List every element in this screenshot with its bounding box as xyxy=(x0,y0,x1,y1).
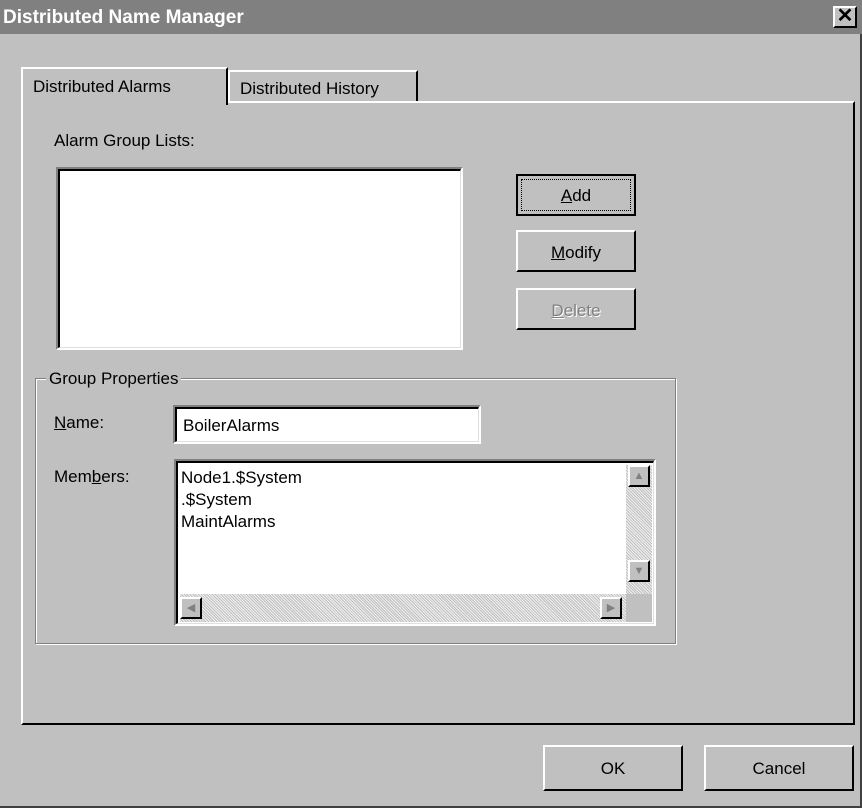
close-icon: ✕ xyxy=(836,5,854,27)
modify-button-label: Modify xyxy=(550,243,602,262)
add-button[interactable]: Add xyxy=(516,174,636,216)
title-bar[interactable]: Distributed Name Manager ✕ xyxy=(0,0,862,34)
ok-button[interactable]: OK xyxy=(543,745,683,791)
scroll-down-button[interactable]: ▼ xyxy=(628,560,650,582)
scroll-right-button[interactable]: ▶ xyxy=(600,597,622,619)
vertical-scrollbar[interactable]: ▲ ▼ xyxy=(626,465,652,598)
cancel-button[interactable]: Cancel xyxy=(704,745,854,791)
ok-button-label: OK xyxy=(600,759,626,778)
scroll-left-button[interactable]: ◀ xyxy=(180,597,202,619)
alarm-group-list[interactable] xyxy=(56,167,463,350)
tab-distributed-history[interactable]: Distributed History xyxy=(228,70,418,101)
cancel-button-label: Cancel xyxy=(752,759,806,778)
tab-label: Distributed History xyxy=(240,79,379,98)
tab-distributed-alarms[interactable]: Distributed Alarms xyxy=(21,67,228,105)
scroll-left-icon: ◀ xyxy=(186,602,196,614)
alarm-group-lists-label: Alarm Group Lists: xyxy=(54,131,195,150)
tab-panel: Alarm Group Lists: Add Modify Delete Gro… xyxy=(21,101,855,725)
members-label: Members: xyxy=(54,467,130,486)
list-item[interactable]: Node1.$System xyxy=(181,467,302,489)
modify-button[interactable]: Modify xyxy=(516,230,636,272)
name-label: Name: xyxy=(54,413,105,432)
members-list[interactable]: Node1.$System .$System MaintAlarms ▲ ▼ ◀ xyxy=(174,459,656,626)
window-title: Distributed Name Manager xyxy=(3,7,244,28)
delete-button[interactable]: Delete xyxy=(516,288,636,330)
add-button-label: Add xyxy=(560,186,592,205)
list-item[interactable]: .$System xyxy=(181,489,302,511)
members-list-items: Node1.$System .$System MaintAlarms xyxy=(181,467,302,533)
delete-button-label: Delete xyxy=(551,301,601,320)
horizontal-scrollbar[interactable]: ◀ ▶ xyxy=(180,594,626,622)
name-field-value: BoilerAlarms xyxy=(183,416,280,435)
scroll-up-icon: ▲ xyxy=(633,470,645,482)
scrollbar-corner xyxy=(626,594,652,622)
tab-label: Distributed Alarms xyxy=(33,77,171,96)
name-field[interactable]: BoilerAlarms xyxy=(173,405,481,444)
list-item[interactable]: MaintAlarms xyxy=(181,511,302,533)
close-button[interactable]: ✕ xyxy=(833,6,857,28)
scroll-right-icon: ▶ xyxy=(606,602,616,614)
scroll-down-icon: ▼ xyxy=(633,565,645,577)
group-properties-legend: Group Properties xyxy=(46,369,182,389)
dialog-window: Distributed Name Manager ✕ Distributed A… xyxy=(0,0,862,808)
scroll-up-button[interactable]: ▲ xyxy=(628,465,650,487)
